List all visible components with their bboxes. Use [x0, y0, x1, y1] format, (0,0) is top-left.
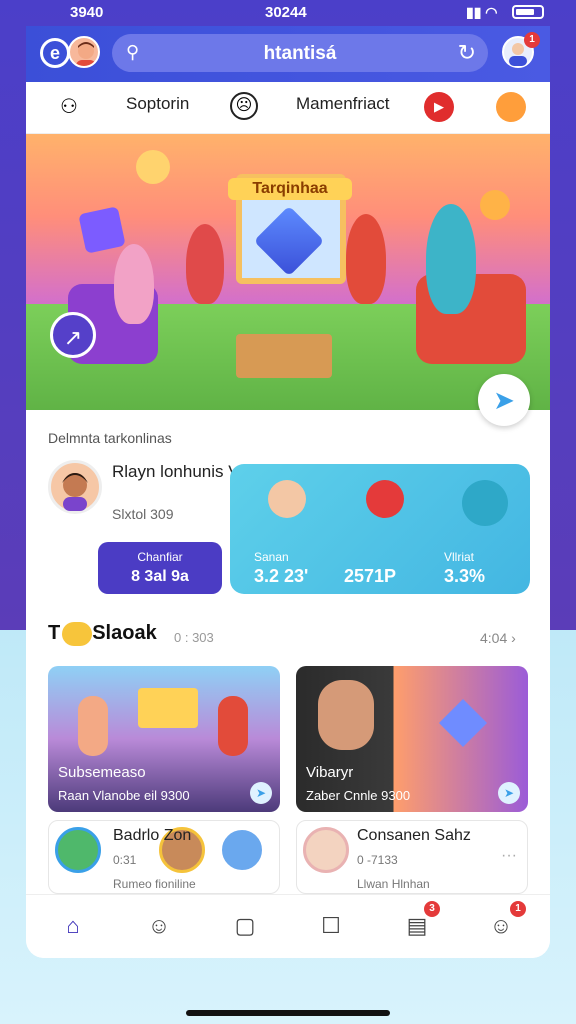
user-icon[interactable]: ☺ [144, 913, 174, 943]
nav-item-2[interactable]: Mamenfriact [296, 94, 390, 114]
main-card: ⚇ Soptorin ☹ Mamenfriact ▶ Tarqinhaa ↗ ➤… [26, 82, 550, 958]
profile-badge: 1 [524, 32, 540, 48]
tile-2-gem-icon [438, 698, 488, 748]
row-1-title: Badrlo Zon [113, 827, 192, 844]
home-icon[interactable]: ⌂ [58, 913, 88, 943]
stat-value-3: 3.3% [444, 566, 486, 586]
hero-balloon-icon [136, 150, 170, 184]
face-icon[interactable]: ☹ [230, 92, 258, 120]
message-icon[interactable]: ☐ [316, 913, 346, 943]
search-bar[interactable]: ⚲ htantisá ↻ [112, 34, 488, 72]
join-button[interactable]: Chanfiar 8 3al 9a [98, 542, 222, 594]
hero-person-2 [186, 224, 224, 304]
row-card-2[interactable]: Consanen Sahz 0 -7133 Llwan Hlnhan ··· [296, 820, 528, 894]
people-icon[interactable]: ⚇ [54, 92, 84, 122]
home-indicator[interactable] [186, 1010, 390, 1016]
join-label: Chanfiar [137, 550, 183, 564]
stats-panel[interactable]: Sanan 3.2 23' 2571P Vllriat 3.3% [230, 464, 530, 594]
list-icon[interactable]: ▤ [402, 913, 432, 943]
hero-orb-icon [480, 190, 510, 220]
tab-bar: ⌂ ☺ ▢ ☐ ▤ 3 ☺ 1 [26, 894, 550, 958]
bag-icon[interactable]: ▢ [230, 913, 260, 943]
status-time: 3940 [70, 4, 104, 21]
user-avatar[interactable] [68, 36, 100, 68]
list-badge: 3 [424, 901, 440, 917]
row-1-avatar-3 [219, 827, 265, 873]
row-2-avatar [303, 827, 349, 873]
host-face-icon [62, 473, 88, 511]
tile-card-1[interactable]: Subsemeaso Raan Vlanobe eil 9300 ➤ [48, 666, 280, 812]
section-title: T Slaоak [48, 622, 157, 645]
row-2-sub: Llwan Hlnhan [357, 877, 430, 891]
tile-2-meta: Zaber Cnnle 9300 [306, 788, 411, 803]
play-icon[interactable]: ▶ [424, 92, 454, 122]
stat-value-2: 2571P [344, 566, 397, 586]
section-more-link[interactable]: 4:04 › [480, 630, 516, 646]
stat-label-3: Vllriat [444, 550, 475, 564]
section-label: Delmnta tarkonlinas [48, 430, 172, 446]
refresh-icon[interactable]: ↻ [458, 40, 476, 66]
row-1-sub: Rumeo fioniline [113, 877, 196, 891]
hero-title: Tarqinhaa [228, 178, 352, 200]
nav-item-1[interactable]: Soptorin [126, 94, 189, 114]
hero-person-1 [114, 244, 154, 324]
section-count: 0 : 303 [174, 630, 214, 645]
host-meta: Slxtol 309 [112, 506, 174, 522]
hero-person-3 [346, 214, 386, 304]
tile-2-person [318, 680, 374, 750]
tile-1-share-icon[interactable]: ➤ [250, 782, 272, 804]
stat-label-1: Sanan [254, 550, 289, 564]
row-card-1[interactable]: Badrlo Zon 0:31 Rumeo fioniline [48, 820, 280, 894]
row-2-meta: 0 -7133 [357, 853, 398, 867]
status-bar: 3940 30244 ▮▮ ◠ [0, 0, 576, 26]
host-avatar[interactable] [48, 460, 102, 514]
stat-value-1: 3.2 23' [254, 566, 309, 586]
send-button[interactable]: ➤ [478, 374, 530, 426]
puzzle-icon [462, 480, 508, 526]
signal-icon: ▮▮ ◠ [466, 4, 498, 20]
status-center: 30244 [265, 4, 307, 21]
hero-table [236, 334, 332, 378]
row-2-title: Consanen Sahz [357, 827, 471, 844]
profile-button[interactable]: 1 [502, 32, 540, 68]
app-logo-icon[interactable]: e [40, 38, 70, 68]
tile-1-sign [138, 688, 198, 728]
section-title-text: Slaоak [92, 622, 157, 644]
tile-card-2[interactable]: Vibaryr Zaber Cnnle 9300 ➤ [296, 666, 528, 812]
stat-avatar-1 [268, 480, 306, 518]
tile-2-title: Vibaryr [306, 764, 354, 781]
tile-1-person-2 [218, 696, 248, 756]
stat-avatar-2 [366, 480, 404, 518]
section-title-letter: T [48, 622, 61, 644]
mascot-icon[interactable] [496, 92, 526, 122]
trend-button[interactable]: ↗ [50, 312, 96, 358]
account-badge: 1 [510, 901, 526, 917]
account-icon[interactable]: ☺ [486, 913, 516, 943]
tile-1-title: Subsemeaso [58, 764, 146, 781]
tile-1-meta: Raan Vlanobe eil 9300 [58, 788, 190, 803]
more-icon[interactable]: ··· [501, 847, 517, 865]
app-bar: e ⚲ htantisá ↻ 1 [26, 26, 550, 82]
battery-icon [512, 5, 544, 19]
top-nav: ⚇ Soptorin ☹ Mamenfriact ▶ [26, 82, 550, 134]
join-value: 8 3al 9a [131, 568, 189, 585]
hero-banner[interactable]: Tarqinhaa [26, 134, 550, 410]
tile-2-share-icon[interactable]: ➤ [498, 782, 520, 804]
tile-1-person [78, 696, 108, 756]
hero-cube-icon [78, 206, 126, 254]
row-1-meta: 0:31 [113, 853, 137, 867]
avatar-face-icon [76, 42, 96, 66]
hero-person-4 [426, 204, 476, 314]
row-1-avatar [55, 827, 101, 873]
search-text: htantisá [263, 43, 337, 64]
